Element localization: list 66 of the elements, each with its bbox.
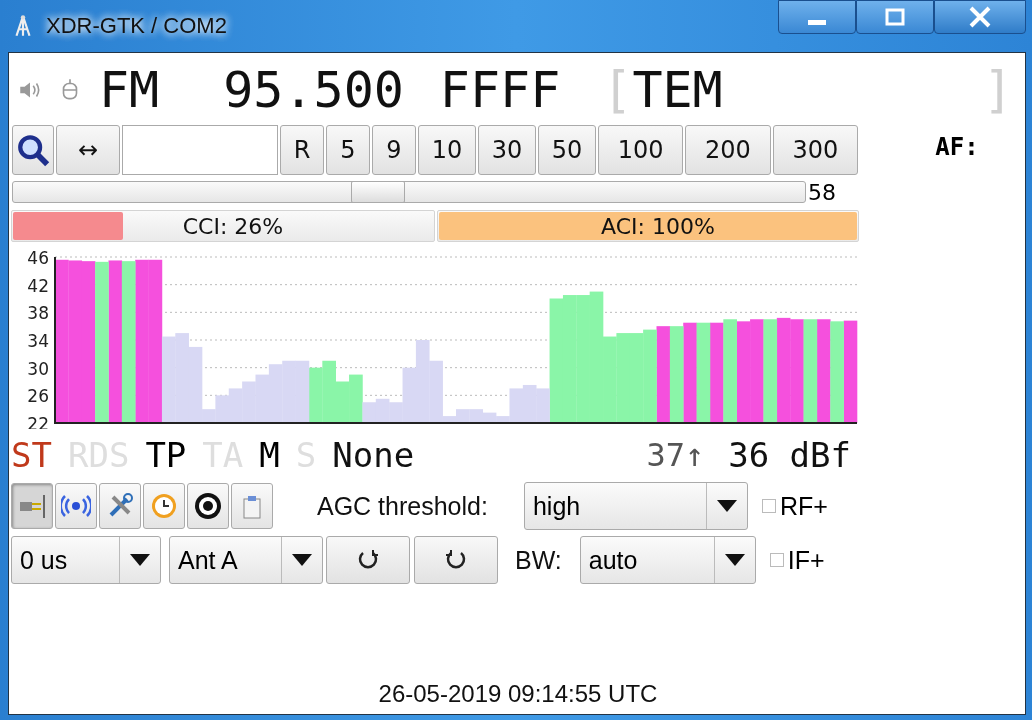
rotate-left-button[interactable] <box>326 536 410 584</box>
minimize-icon <box>808 19 826 25</box>
af-label: AF: <box>935 133 979 163</box>
step-button[interactable]: 200 <box>685 125 771 175</box>
antenna-dropdown[interactable]: Ant A <box>169 536 323 584</box>
waves-button[interactable] <box>55 483 97 529</box>
meter-label: ACI: 100% <box>601 213 715 239</box>
frequency-input[interactable] <box>122 125 278 175</box>
caret-icon <box>715 500 738 512</box>
step-button[interactable]: 50 <box>538 125 596 175</box>
bandwidth-label: BW: <box>515 545 562 575</box>
search-button[interactable] <box>12 125 54 175</box>
chart-bar <box>469 409 484 423</box>
caret-icon <box>723 554 746 566</box>
axis-tick-label: 34 <box>27 331 49 351</box>
maximize-button[interactable] <box>856 0 934 34</box>
agc-label: AGC threshold: <box>317 491 488 521</box>
tools-button[interactable] <box>99 483 141 529</box>
axis-tick-label: 30 <box>27 358 49 379</box>
timestamp: 26-05-2019 09:14:55 UTC <box>377 680 659 709</box>
if-checkbox[interactable]: IF+ <box>769 545 825 575</box>
bracket: [ <box>602 65 633 115</box>
axis-tick-label: 46 <box>27 248 49 268</box>
step-button[interactable]: 9 <box>372 125 416 175</box>
axis-tick-label: 26 <box>27 386 49 407</box>
caret-icon <box>291 554 313 566</box>
deemphasis-dropdown[interactable]: 0 us <box>11 536 161 584</box>
swap-button[interactable]: ↔ <box>56 125 120 175</box>
minimize-button[interactable] <box>778 0 856 34</box>
step-button[interactable]: 30 <box>478 125 536 175</box>
flag-label: M <box>259 438 280 472</box>
rotate-right-button[interactable] <box>414 536 498 584</box>
step-button[interactable]: 5 <box>326 125 370 175</box>
disc-icon <box>193 491 223 521</box>
band-label: FM <box>99 65 160 115</box>
step-button[interactable]: R <box>280 125 324 175</box>
pty-label: None <box>332 438 415 472</box>
chart-bar <box>282 360 296 423</box>
close-button[interactable] <box>934 0 1026 34</box>
ps-name: TEM <box>632 65 723 115</box>
plug-button[interactable] <box>11 483 53 529</box>
flag-label: ST <box>11 438 52 472</box>
axis-tick-label: 42 <box>27 275 49 296</box>
caret-icon <box>129 554 151 566</box>
tuning-slider[interactable] <box>12 181 806 203</box>
slider-thumb[interactable] <box>351 181 406 203</box>
search-icon <box>16 133 50 167</box>
signal-peak: 37↑ <box>646 436 705 474</box>
rf-checkbox[interactable]: RF+ <box>761 491 828 521</box>
pi-code: FFFF <box>439 65 561 115</box>
clock-icon <box>149 491 179 521</box>
step-button[interactable]: 10 <box>418 125 476 175</box>
window-title: XDR-GTK / COM2 <box>46 13 227 39</box>
axis-tick-label: 38 <box>27 303 49 324</box>
agc-dropdown[interactable]: high <box>523 482 748 530</box>
clipboard-button[interactable] <box>231 483 273 529</box>
step-button[interactable]: 100 <box>598 125 684 175</box>
slider-value: 58 <box>808 179 836 205</box>
signal-strength: 36 dBf <box>728 438 851 472</box>
step-button[interactable]: 300 <box>772 125 858 175</box>
meter-label: CCI: 26% <box>182 213 284 239</box>
frequency-display[interactable]: 95.500 <box>223 65 404 115</box>
disc-button[interactable] <box>187 483 229 529</box>
bandwidth-dropdown[interactable]: auto <box>579 536 756 584</box>
flag-label: TP <box>145 438 187 472</box>
bracket: ] <box>982 65 1013 115</box>
